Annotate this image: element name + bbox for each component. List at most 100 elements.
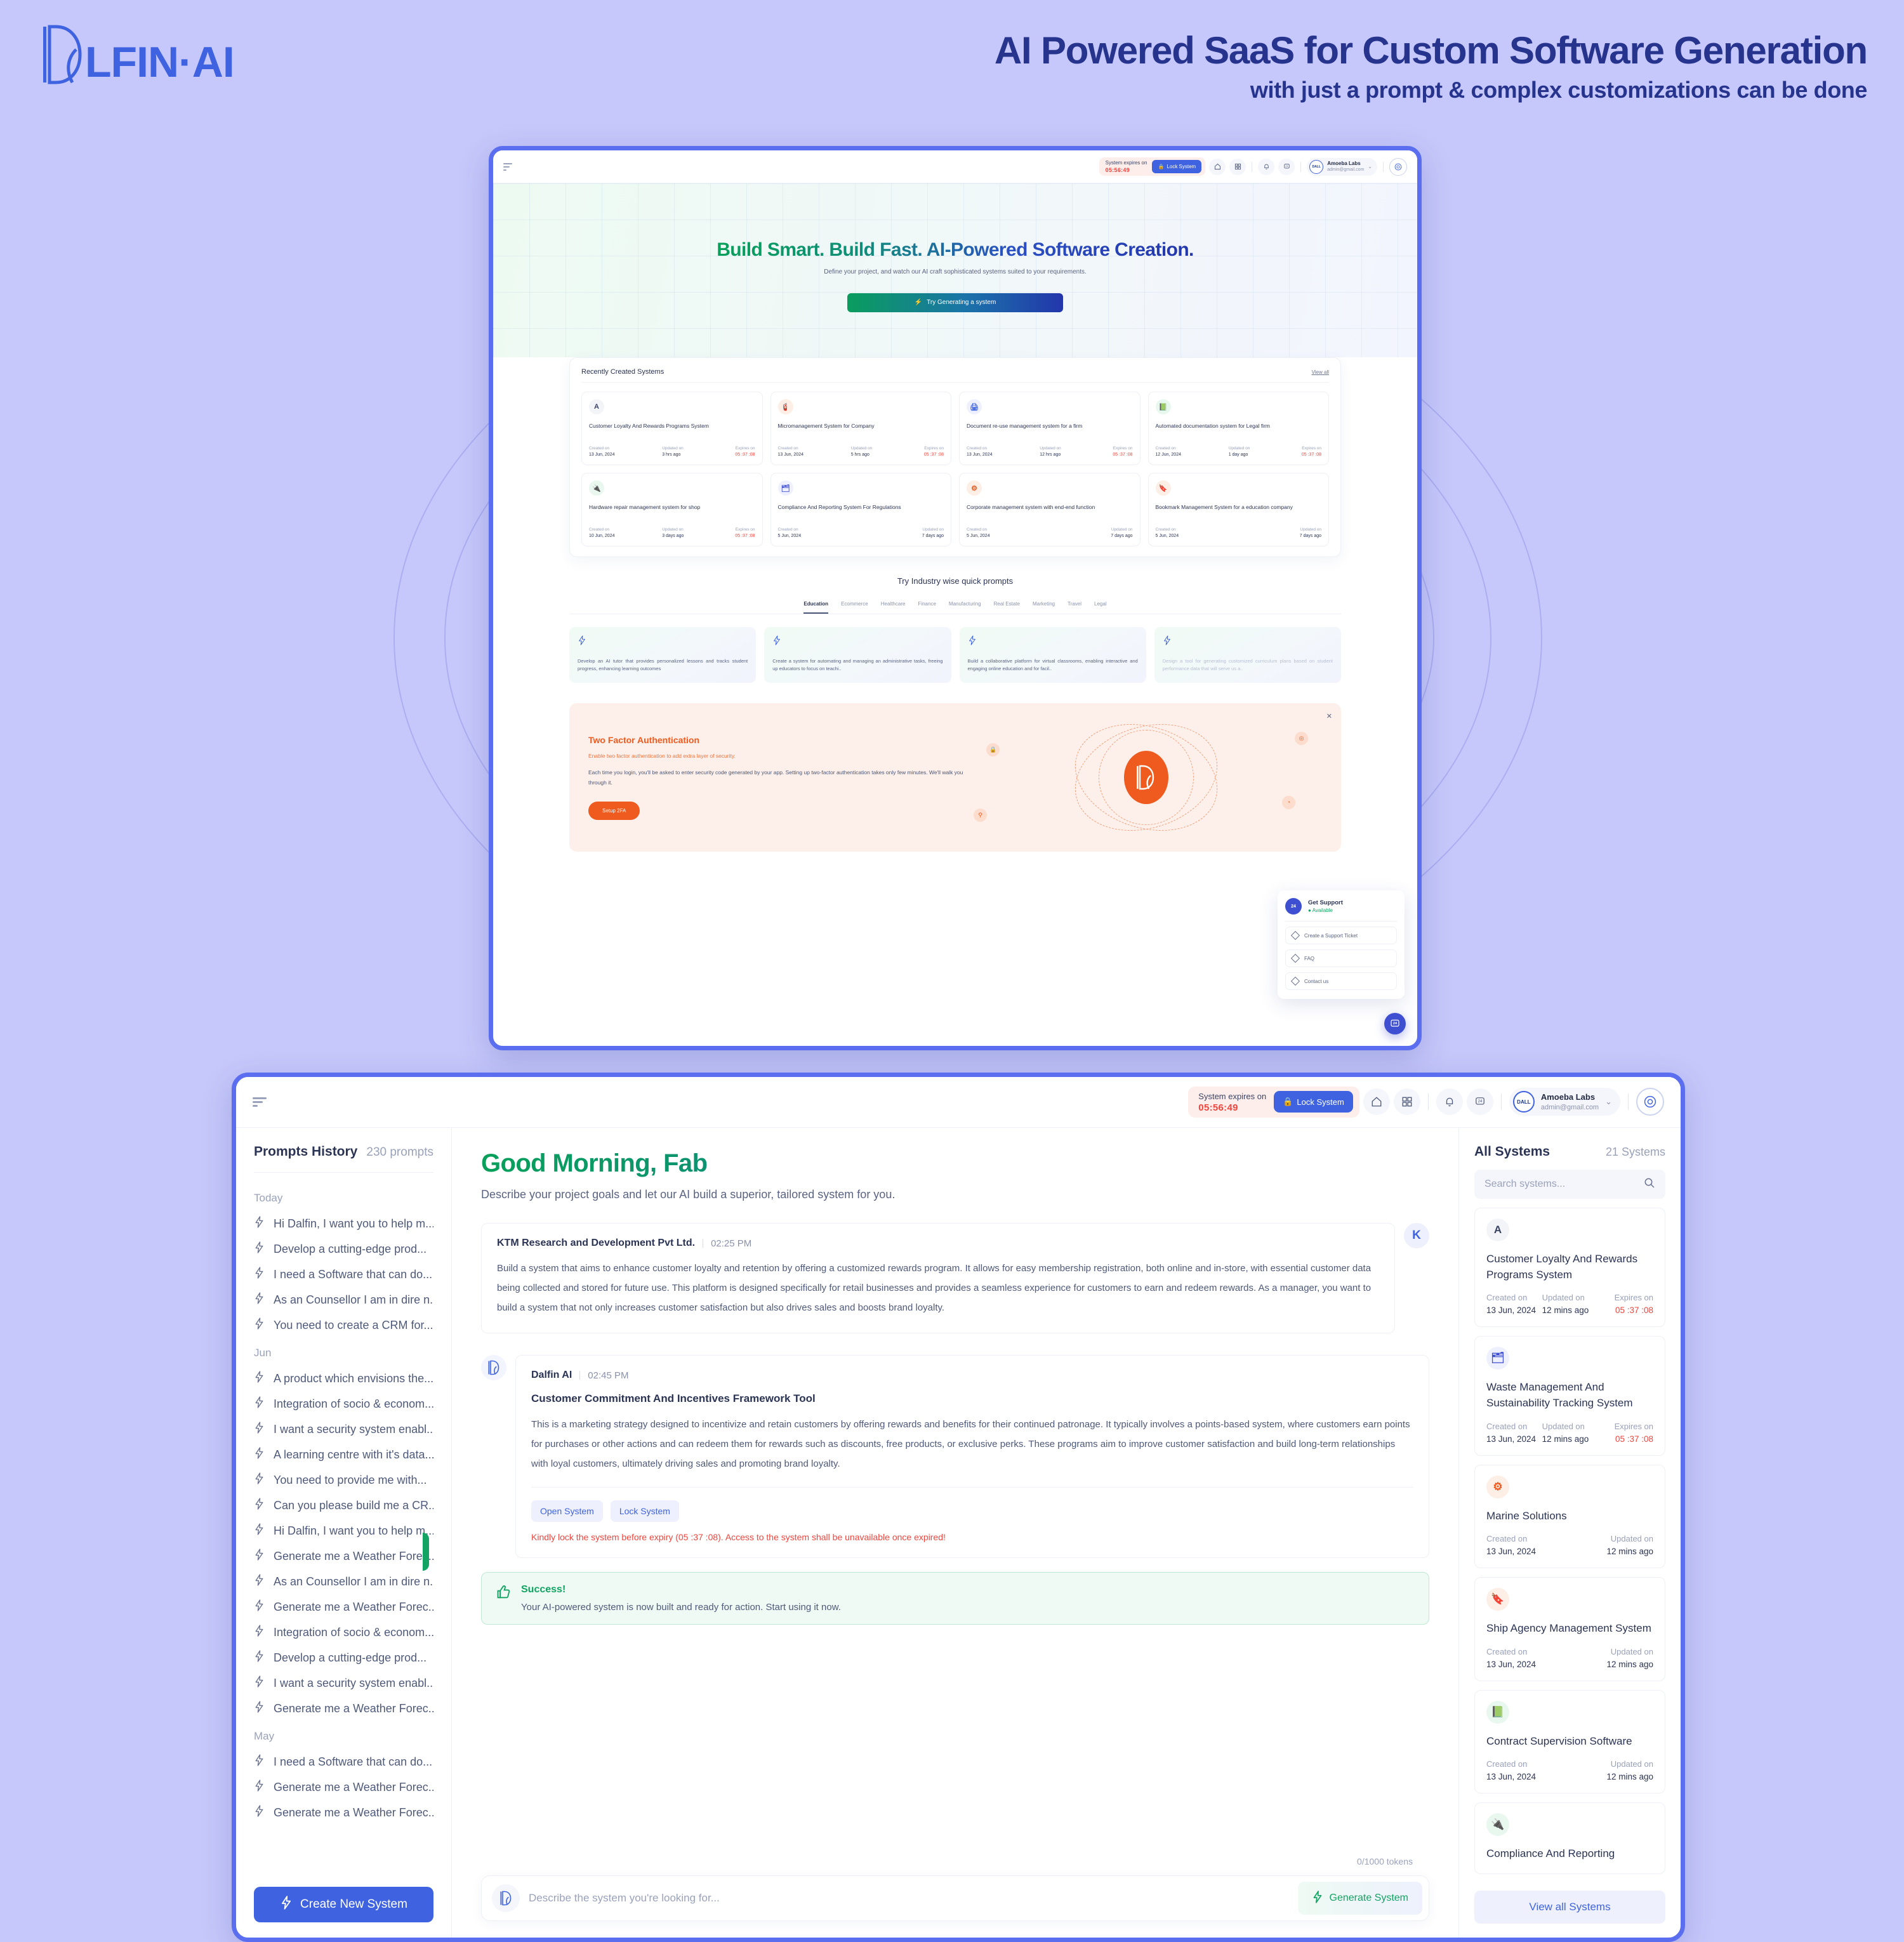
history-item[interactable]: As an Counsellor I am in dire n... (254, 1569, 433, 1594)
support-24-icon[interactable]: 24 (1278, 158, 1295, 175)
tab-ecommerce[interactable]: Ecommerce (841, 601, 868, 614)
search-input[interactable] (1484, 1179, 1637, 1190)
quick-prompt-card[interactable]: Design a tool for generating customized … (1154, 627, 1341, 683)
history-item[interactable]: I want a security system enabl... (254, 1670, 433, 1696)
history-item[interactable]: As an Counsellor I am in dire n... (254, 1287, 433, 1312)
history-item[interactable]: A product which envisions the... (254, 1366, 433, 1391)
system-card[interactable]: A Customer Loyalty And Rewards Programs … (1474, 1208, 1665, 1328)
home-icon[interactable] (1209, 158, 1226, 175)
recent-view-all-link[interactable]: View all (1312, 369, 1329, 375)
history-item[interactable]: You need to provide me with... (254, 1467, 433, 1493)
history-item[interactable]: Integration of socio & econom... (254, 1620, 433, 1645)
tab-finance[interactable]: Finance (918, 601, 935, 614)
recent-system-card[interactable]: A Customer Loyalty And Rewards Programs … (581, 392, 763, 465)
tab-manufacturing[interactable]: Manufacturing (949, 601, 981, 614)
recent-system-card[interactable]: 🖨 Document re-use management system for … (959, 392, 1140, 465)
history-item[interactable]: Can you please build me a CR... (254, 1493, 433, 1518)
dashboard-topbar: System expires on 05:56:49 🔒 Lock System… (236, 1077, 1681, 1128)
system-card[interactable]: 🔌 Compliance And Reporting (1474, 1802, 1665, 1875)
quick-prompt-card[interactable]: Create a system for automating and manag… (764, 627, 951, 683)
history-item[interactable]: Integration of socio & econom... (254, 1391, 433, 1417)
recent-system-card[interactable]: 🔌 Hardware repair management system for … (581, 473, 763, 546)
lock-system-button[interactable]: 🔒 Lock System (1274, 1091, 1353, 1113)
prompts-count: 230 prompts (366, 1146, 433, 1159)
top-window-topbar: System expires on 05:56:49 🔒 Lock System… (493, 150, 1417, 183)
generate-system-button[interactable]: Generate System (1297, 1882, 1422, 1915)
tab-travel[interactable]: Travel (1068, 601, 1081, 614)
created-meta: Created on 5 Jun, 2024 (777, 527, 802, 538)
system-icon: 📗 (1155, 399, 1171, 414)
quick-prompt-card[interactable]: Develop an AI tutor that provides person… (569, 627, 757, 683)
twofa-title: Two Factor Authentication (588, 734, 699, 745)
tab-healthcare[interactable]: Healthcare (881, 601, 906, 614)
history-item[interactable]: Generate me a Weather Forec... (254, 1696, 433, 1721)
recent-system-card[interactable]: 🗂 Compliance And Reporting System For Re… (770, 473, 951, 546)
quick-prompt-card[interactable]: Build a collaborative platform for virtu… (959, 627, 1146, 683)
tab-legal[interactable]: Legal (1094, 601, 1107, 614)
history-item[interactable]: You need to create a CRM for... (254, 1312, 433, 1338)
try-generating-button[interactable]: ⚡ Try Generating a system (847, 293, 1063, 312)
all-systems-list[interactable]: A Customer Loyalty And Rewards Programs … (1474, 1199, 1665, 1887)
settings-gear-icon[interactable] (1636, 1088, 1664, 1116)
system-icon: A (589, 399, 604, 414)
history-item[interactable]: Generate me a Weather Forec... (254, 1594, 433, 1620)
tab-real-estate[interactable]: Real Estate (994, 601, 1020, 614)
view-all-systems-button[interactable]: View all Systems (1474, 1891, 1665, 1924)
support-menu-item[interactable]: Contact us (1285, 972, 1397, 990)
user-account-chip[interactable]: DALL Amoeba Labs admin@gmail.com ⌄ (1509, 1088, 1620, 1116)
history-item[interactable]: Develop a cutting-edge prod... (254, 1645, 433, 1670)
tab-marketing[interactable]: Marketing (1033, 601, 1055, 614)
notification-bell-icon[interactable] (1436, 1088, 1463, 1116)
recent-system-card[interactable]: 📗 Automated documentation system for Leg… (1147, 392, 1329, 465)
system-card[interactable]: 🔖 Ship Agency Management System Created … (1474, 1577, 1665, 1681)
menu-icon[interactable] (503, 162, 512, 171)
all-systems-title: All Systems (1474, 1144, 1550, 1159)
history-item[interactable]: Hi Dalfin, I want you to help m... (254, 1211, 433, 1236)
notification-bell-icon[interactable] (1258, 158, 1275, 175)
support-floating-button[interactable]: 24 (1384, 1013, 1406, 1034)
tab-education[interactable]: Education (803, 601, 829, 614)
recent-system-card[interactable]: 🧯 Micromanagement System for Company Cre… (770, 392, 951, 465)
support-menu-item[interactable]: Create a Support Ticket (1285, 927, 1397, 944)
divider (1383, 161, 1384, 172)
bolt-icon (254, 1216, 265, 1231)
created-meta: Created on 13 Jun, 2024 (1486, 1759, 1537, 1782)
search-icon[interactable] (1644, 1177, 1655, 1192)
recent-system-card[interactable]: 🔖 Bookmark Management System for a educa… (1147, 473, 1329, 546)
created-meta: Created on 10 Jun, 2024 (589, 527, 615, 538)
system-card[interactable]: ⚙ Marine Solutions Created on 13 Jun, 202… (1474, 1464, 1665, 1569)
history-item[interactable]: A learning centre with it's data... (254, 1442, 433, 1467)
apps-grid-icon[interactable] (1229, 158, 1246, 175)
all-systems-count: 21 Systems (1605, 1146, 1665, 1158)
system-card[interactable]: 🗂 Waste Management And Sustainability Tr… (1474, 1336, 1665, 1456)
history-item[interactable]: I need a Software that can do... (254, 1749, 433, 1774)
history-item[interactable]: Hi Dalfin, I want you to help m... (254, 1518, 433, 1543)
lock-system-button[interactable]: 🔒 Lock System (1152, 160, 1202, 173)
system-icon: 🔖 (1486, 1588, 1509, 1611)
user-account-chip[interactable]: DALL Amoeba Labs admin@gmail.com ⌄ (1307, 157, 1377, 176)
create-new-system-button[interactable]: Create New System (254, 1887, 433, 1922)
search-systems-box[interactable] (1474, 1170, 1665, 1199)
history-item[interactable]: I want a security system enabl... (254, 1417, 433, 1442)
history-item-label: You need to provide me with... (274, 1473, 427, 1486)
support-menu-item[interactable]: FAQ (1285, 949, 1397, 967)
menu-icon[interactable] (253, 1097, 267, 1107)
history-item[interactable]: Generate me a Weather Forec... (254, 1543, 433, 1569)
system-card[interactable]: 📗 Contract Supervision Software Created … (1474, 1689, 1665, 1794)
system-description-input[interactable] (520, 1892, 1298, 1905)
history-item[interactable]: Generate me a Weather Forec... (254, 1774, 433, 1800)
apps-grid-icon[interactable] (1393, 1088, 1420, 1116)
settings-gear-icon[interactable] (1389, 157, 1407, 176)
history-item[interactable]: Generate me a Weather Forec... (254, 1800, 433, 1825)
history-item[interactable]: Develop a cutting-edge prod... (254, 1236, 433, 1262)
open-system-button[interactable]: Open System (531, 1500, 603, 1522)
prompts-history-list[interactable]: Today Hi Dalfin, I want you to help m... D… (254, 1173, 433, 1887)
close-icon[interactable]: ✕ (1326, 712, 1332, 720)
support-24-icon[interactable]: 24 (1466, 1088, 1493, 1116)
recent-system-card[interactable]: ⚙ Corporate management system with end-e… (959, 473, 1140, 546)
lock-system-button[interactable]: Lock System (610, 1500, 679, 1522)
setup-2fa-button[interactable]: Setup 2FA (588, 801, 640, 820)
history-item[interactable]: I need a Software that can do... (254, 1262, 433, 1287)
home-icon[interactable] (1363, 1088, 1390, 1116)
history-group-label: May (254, 1730, 275, 1742)
